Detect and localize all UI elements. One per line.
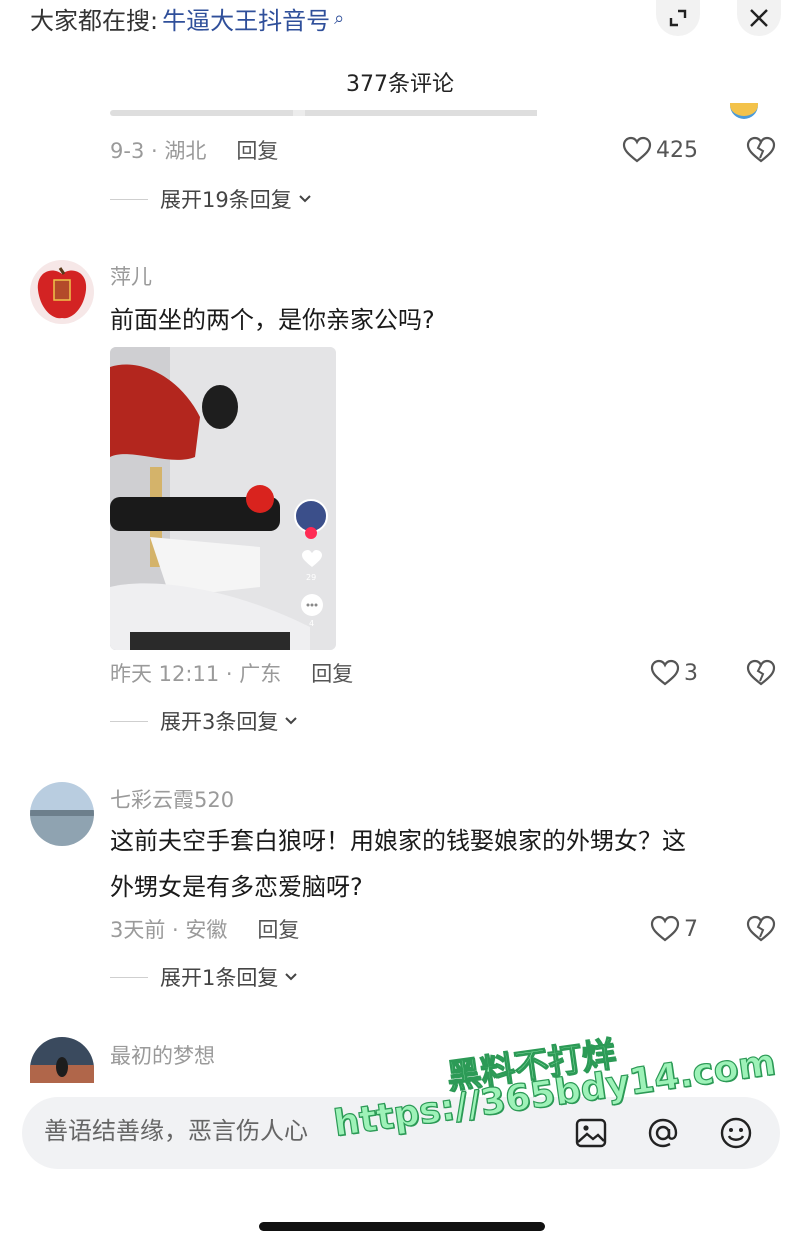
emoji-peek: [730, 103, 758, 119]
comment-username[interactable]: 最初的梦想: [110, 1040, 215, 1070]
comment-time-location: 3天前 · 安徽: [110, 918, 228, 942]
comment-text: 前面坐的两个，是你亲家公吗?: [110, 306, 435, 334]
comment-text-line: 这前夫空手套白狼呀！用娘家的钱娶娘家的外甥女？这: [110, 827, 686, 855]
reply-button[interactable]: 回复: [311, 658, 353, 688]
comment-input[interactable]: [44, 1117, 374, 1145]
reply-button[interactable]: 回复: [257, 914, 299, 944]
search-term-link[interactable]: 牛逼大王抖音号: [162, 1, 330, 36]
image-button[interactable]: [570, 1112, 612, 1154]
heart-icon: [622, 136, 652, 163]
dislike-button[interactable]: [746, 915, 776, 943]
chevron-down-icon: [285, 717, 298, 725]
emoji-icon: [720, 1117, 752, 1149]
close-button[interactable]: [737, 0, 781, 36]
expand-replies-label: 展开1条回复: [160, 966, 279, 990]
comment-time-location: 昨天 12:11 · 广东: [110, 662, 282, 686]
expand-replies[interactable]: 展开3条回复: [110, 706, 298, 736]
broken-heart-icon: [746, 659, 776, 686]
expand-icon: [669, 9, 687, 27]
like-button[interactable]: 425: [622, 136, 698, 164]
search-icon: ⌕: [334, 7, 345, 29]
expand-replies-label: 展开19条回复: [160, 188, 292, 212]
chevron-down-icon: [285, 973, 298, 981]
broken-heart-icon: [746, 915, 776, 942]
dislike-button[interactable]: [746, 136, 776, 164]
comment-text: 这前夫空手套白狼呀！用娘家的钱娶娘家的外甥女？这 外甥女是有多恋爱脑呀?: [110, 818, 770, 910]
comment-count-title: 377条评论: [346, 72, 454, 97]
at-icon: [648, 1118, 678, 1148]
dislike-button[interactable]: [746, 659, 776, 687]
watermark-line-1: 黑料不打烊: [444, 1034, 619, 1098]
expand-button[interactable]: [656, 0, 700, 36]
avatar[interactable]: [30, 1037, 94, 1083]
heart-icon: [650, 659, 680, 686]
search-suggestion[interactable]: 大家都在搜: 牛逼大王抖音号 ⌕: [30, 0, 344, 36]
comment-username[interactable]: 萍儿: [110, 261, 152, 291]
image-side-comments: 4: [309, 619, 315, 628]
heart-icon: [650, 915, 680, 942]
avatar[interactable]: [30, 782, 94, 846]
image-side-likes: 29: [306, 573, 317, 582]
avatar[interactable]: [30, 260, 94, 324]
search-prefix: 大家都在搜:: [30, 6, 159, 35]
mention-button[interactable]: [642, 1112, 684, 1154]
comment-username[interactable]: 七彩云霞520: [110, 784, 234, 814]
like-count: 3: [684, 660, 698, 686]
cut-off-comment-text: [110, 102, 720, 116]
chevron-down-icon: [299, 195, 311, 203]
expand-replies[interactable]: 展开1条回复: [110, 962, 298, 992]
like-button[interactable]: 3: [650, 659, 698, 687]
like-count: 7: [684, 916, 698, 942]
comment-text-line: 外甥女是有多恋爱脑呀?: [110, 873, 363, 901]
comment-image[interactable]: 29 4: [110, 347, 336, 650]
comment-meta-row: 昨天 12:11 · 广东 回复 3: [110, 657, 776, 689]
close-icon: [750, 9, 768, 27]
home-indicator[interactable]: [259, 1222, 545, 1231]
like-count: 425: [656, 137, 698, 163]
broken-heart-icon: [746, 136, 776, 163]
emoji-button[interactable]: [715, 1112, 757, 1154]
comment-meta-row: 9-3 · 湖北 回复 425: [110, 134, 776, 166]
comment-meta-row: 3天前 · 安徽 回复 7: [110, 913, 776, 945]
comment-input-bar: [22, 1097, 780, 1169]
comment-time-location: 9-3 · 湖北: [110, 139, 207, 163]
like-button[interactable]: 7: [650, 915, 698, 943]
expand-replies[interactable]: 展开19条回复: [110, 184, 312, 214]
reply-button[interactable]: 回复: [236, 135, 278, 165]
image-icon: [575, 1118, 607, 1148]
expand-replies-label: 展开3条回复: [160, 710, 279, 734]
